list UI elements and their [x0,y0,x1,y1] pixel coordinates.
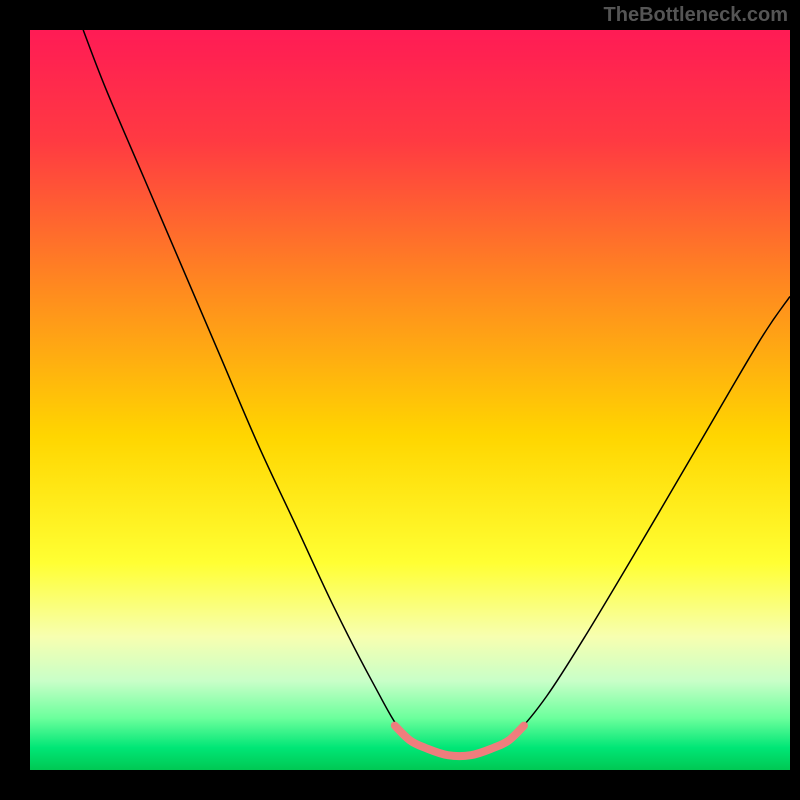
plot-background [30,30,790,770]
chart-container: TheBottleneck.com [0,0,800,800]
bottleneck-chart [0,0,800,800]
watermark-label: TheBottleneck.com [604,4,788,27]
